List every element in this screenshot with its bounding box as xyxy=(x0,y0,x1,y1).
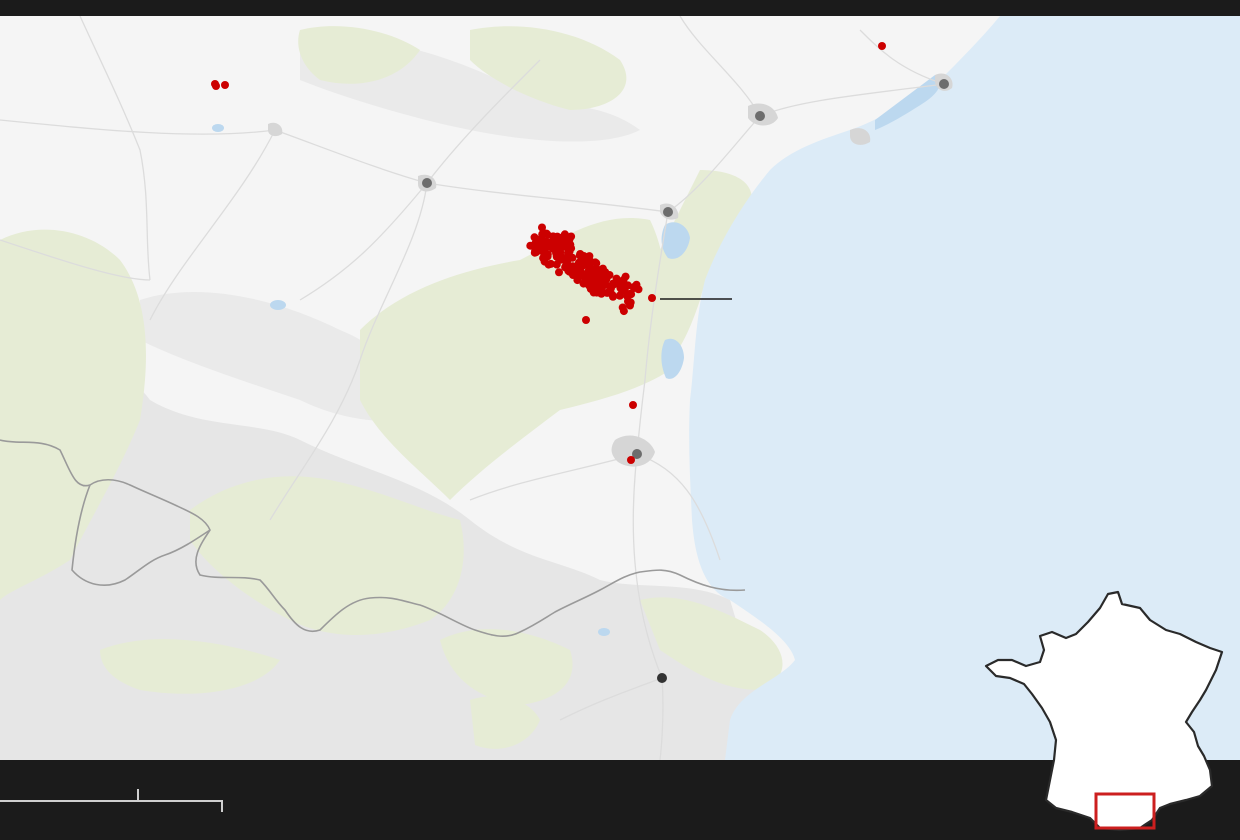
fire-point-icon xyxy=(612,274,621,283)
lake-small-2 xyxy=(212,124,224,132)
fire-point-icon xyxy=(589,288,598,297)
city-marker-icon xyxy=(422,178,432,188)
fire-point-icon xyxy=(648,294,656,302)
fire-point-icon xyxy=(552,236,561,245)
fire-point-icon xyxy=(582,316,590,324)
fire-point-icon xyxy=(601,268,610,277)
fire-point-icon xyxy=(629,401,637,409)
fire-point-icon xyxy=(212,82,220,90)
fire-point-icon xyxy=(569,271,577,279)
fire-point-icon xyxy=(560,256,569,264)
fire-point-icon xyxy=(561,263,570,272)
fire-point-icon xyxy=(552,260,561,269)
city-marker-icon xyxy=(939,79,949,89)
fire-point-icon xyxy=(555,268,563,277)
fire-point-icon xyxy=(580,261,588,269)
map-svg xyxy=(0,0,1240,840)
capital-marker-icon xyxy=(657,673,667,683)
fire-point-icon xyxy=(619,307,628,316)
fire-point-icon xyxy=(878,42,886,50)
fire-point-icon xyxy=(568,253,577,262)
fire-point-icon xyxy=(627,456,635,464)
fire-point-icon xyxy=(568,262,577,271)
lake-small-3 xyxy=(598,628,610,636)
fire-point-icon xyxy=(632,280,641,289)
fire-point-icon xyxy=(535,241,544,250)
fire-point-icon xyxy=(542,237,551,246)
map-figure xyxy=(0,0,1240,840)
fire-point-icon xyxy=(560,236,569,245)
city-marker-icon xyxy=(755,111,765,121)
fire-point-icon xyxy=(608,290,617,299)
fire-point-icon xyxy=(619,275,628,284)
fire-point-icon xyxy=(576,250,585,258)
fire-point-icon xyxy=(583,270,592,279)
fire-point-icon xyxy=(221,81,229,89)
fire-point-icon xyxy=(543,230,552,239)
fire-point-icon xyxy=(543,250,552,259)
fire-point-icon xyxy=(626,301,634,310)
fire-point-icon xyxy=(615,291,624,300)
fire-point-icon xyxy=(597,289,606,298)
city-marker-icon xyxy=(663,207,673,217)
fire-point-icon xyxy=(616,284,625,292)
lake-small-1 xyxy=(270,300,286,310)
fire-point-icon xyxy=(530,248,539,257)
